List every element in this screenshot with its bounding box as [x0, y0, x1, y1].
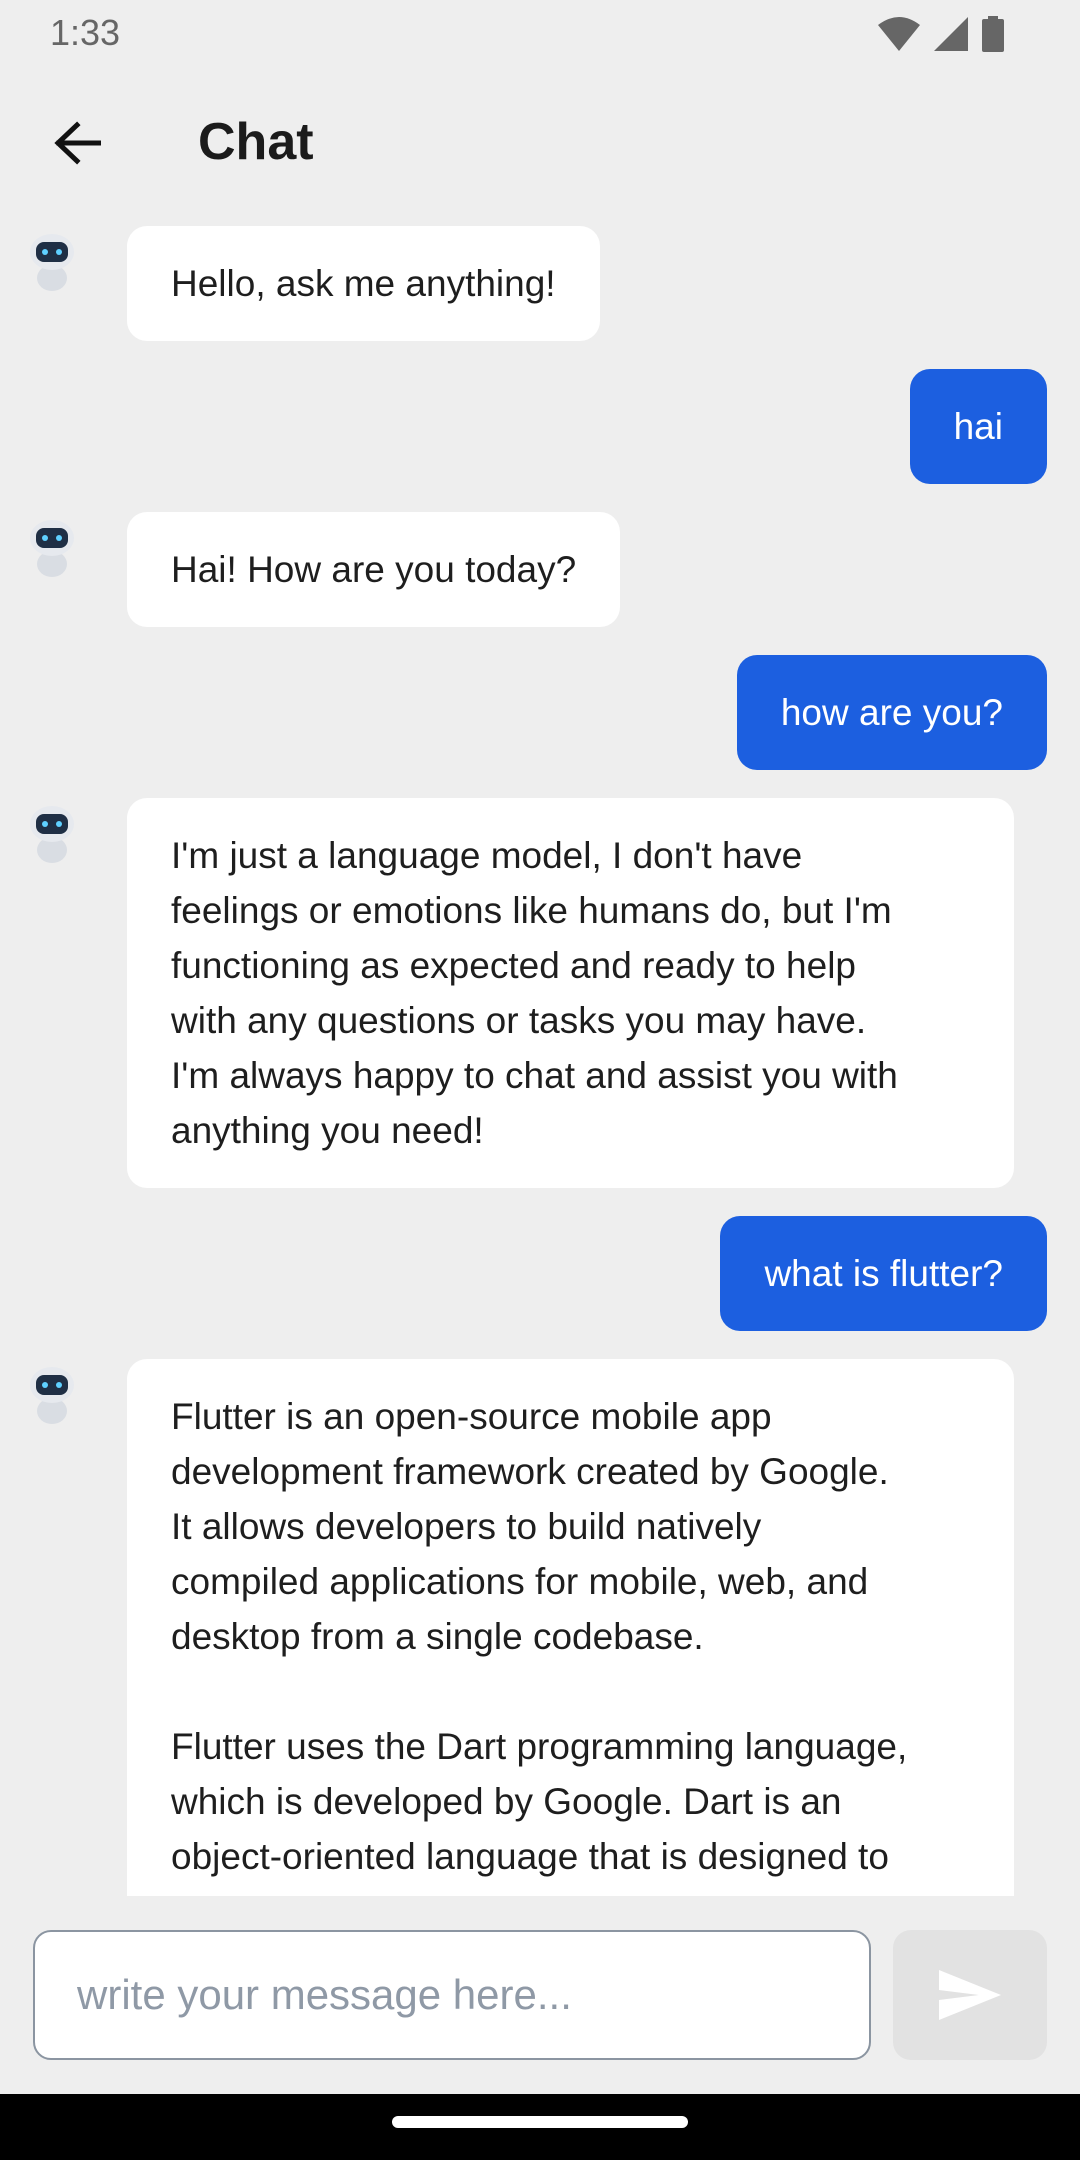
- robot-avatar-icon: [30, 1367, 74, 1424]
- bot-message-bubble: I'm just a language model, I don't have …: [127, 798, 1014, 1188]
- user-message-bubble: how are you?: [736, 655, 1047, 770]
- message-input[interactable]: [33, 1930, 871, 2060]
- bot-message-bubble: Flutter is an open-source mobile app dev…: [127, 1359, 1014, 1896]
- status-icons: [878, 16, 1004, 52]
- user-message-bubble: hai: [909, 369, 1047, 484]
- back-button[interactable]: [40, 106, 114, 180]
- battery-icon: [982, 16, 1004, 52]
- bot-message-bubble: Hai! How are you today?: [127, 512, 621, 627]
- app-bar: Chat: [0, 80, 1080, 206]
- user-message-bubble: what is flutter?: [720, 1216, 1047, 1331]
- home-gesture-handle[interactable]: [392, 2116, 688, 2128]
- arrow-left-icon: [54, 121, 101, 165]
- signal-icon: [934, 17, 968, 51]
- wifi-icon: [878, 17, 920, 51]
- send-button[interactable]: [893, 1930, 1047, 2060]
- status-bar: 1:33: [0, 0, 1080, 66]
- robot-avatar-icon: [30, 520, 74, 577]
- bot-message-bubble: Hello, ask me anything!: [127, 226, 600, 341]
- send-icon: [939, 1970, 1001, 2020]
- status-time: 1:33: [50, 12, 121, 53]
- robot-avatar-icon: [30, 234, 74, 291]
- system-nav-bar: [0, 2094, 1080, 2160]
- page-title: Chat: [198, 113, 314, 171]
- robot-avatar-icon: [30, 806, 74, 863]
- chat-message-list[interactable]: Hello, ask me anything! hai Hai! How are…: [0, 206, 1080, 1896]
- composer-bar: [0, 1896, 1080, 2094]
